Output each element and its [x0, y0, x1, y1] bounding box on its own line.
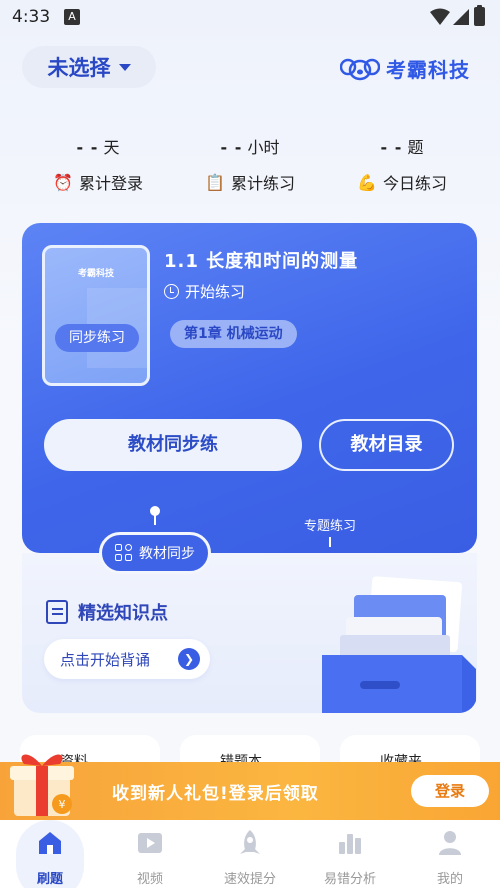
wifi-icon [430, 8, 450, 25]
grade-selector[interactable]: 未选择 [22, 46, 156, 88]
video-icon [138, 833, 162, 853]
scan-sync-icon [115, 544, 133, 562]
status-time: 4:33 [12, 7, 51, 27]
start-practice-link[interactable]: 开始练习 [164, 281, 245, 302]
tab-special-tick [329, 537, 331, 547]
koala-logo-icon [340, 58, 380, 80]
stat-label: 📋 累计练习 [205, 172, 295, 194]
start-practice-label: 开始练习 [185, 283, 246, 301]
textbook-cover[interactable]: 考霸科技 同步练习 [42, 245, 150, 386]
battery-icon [474, 5, 485, 26]
svg-text:¥: ¥ [59, 798, 66, 811]
textbook-sync-practice-button[interactable]: 教材同步练 [44, 419, 302, 471]
tab-label: 刷题 [36, 872, 63, 887]
tab-indicator-line [154, 515, 156, 525]
start-recite-label: 点击开始背诵 [60, 650, 151, 669]
tab-label: 我的 [436, 872, 463, 887]
book-brand: 考霸科技 [77, 269, 114, 279]
tab-label: 速效提分 [223, 872, 276, 887]
promo-login-button[interactable]: 登录 [411, 775, 489, 807]
tab-sync-label: 教材同步 [139, 546, 195, 562]
stat-value: - - 题 [380, 138, 424, 157]
user-icon [439, 831, 461, 855]
tab-special-practice[interactable]: 专题练习 [304, 515, 356, 534]
tab-mine[interactable]: 我的 [410, 828, 490, 887]
stat-today-questions: - - 题 💪 今日练习 [352, 134, 452, 194]
textbook-toc-button[interactable]: 教材目录 [319, 419, 454, 471]
tab-label: 易错分析 [323, 872, 376, 887]
tab-textbook-sync[interactable]: 教材同步 [99, 532, 211, 574]
lesson-title[interactable]: 1.1 长度和时间的测量 [164, 247, 358, 273]
muscle-icon: 💪 [357, 172, 377, 192]
new-user-gift-banner[interactable]: ¥ 收到新人礼包!登录后领取 登录 [0, 754, 500, 820]
tab-error-analysis[interactable]: 易错分析 [310, 828, 390, 887]
alarm-clock-icon: ⏰ [53, 172, 73, 192]
bar-chart-icon [339, 834, 361, 854]
stats-row: - - 天 ⏰ 累计登录 - - 小时 📋 累计练习 - - 题 💪 今日练习 [0, 134, 500, 204]
arrow-right-icon: ❯ [178, 648, 200, 670]
file-drawer-illustration [322, 576, 476, 713]
tab-practice[interactable]: 刷题 [10, 828, 90, 887]
bottom-tab-bar: 刷题 视频 速效提分 易错分析 我的 [0, 820, 500, 888]
stat-label: 💪 今日练习 [357, 172, 447, 194]
stat-label: ⏰ 累计登录 [53, 172, 143, 194]
clipboard-icon: 📋 [205, 172, 225, 192]
promo-message: 收到新人礼包!登录后领取 [112, 784, 319, 804]
tab-video[interactable]: 视频 [110, 828, 190, 887]
book-label: 同步练习 [55, 324, 139, 352]
gift-box-icon: ¥ [10, 754, 74, 816]
signal-icon [453, 9, 469, 25]
home-icon [39, 832, 61, 854]
stat-practice-hours: - - 小时 📋 累计练习 [200, 134, 300, 194]
status-bar: 4:33 A [0, 0, 500, 34]
caret-down-icon [118, 63, 131, 71]
document-icon [46, 600, 68, 624]
lesson-card: 考霸科技 同步练习 1.1 长度和时间的测量 开始练习 第1章 机械运动 教材同… [22, 223, 477, 553]
stat-value: - - 小时 [220, 138, 280, 157]
tab-quick-boost[interactable]: 速效提分 [210, 828, 290, 887]
clock-icon [164, 284, 179, 299]
knowledge-title: 精选知识点 [46, 599, 168, 625]
knowledge-card: 精选知识点 点击开始背诵 ❯ [22, 553, 477, 713]
chapter-tag: 第1章 机械运动 [170, 320, 297, 348]
brand-name: 考霸科技 [386, 58, 470, 82]
brand-logo: 考霸科技 [340, 54, 470, 83]
notification-icon: A [64, 9, 80, 25]
rocket-icon [240, 830, 260, 854]
selector-label: 未选择 [47, 56, 111, 80]
start-recite-button[interactable]: 点击开始背诵 ❯ [44, 639, 210, 679]
tab-label: 视频 [136, 872, 163, 887]
stat-value: - - 天 [76, 138, 120, 157]
stat-login-days: - - 天 ⏰ 累计登录 [48, 134, 148, 194]
